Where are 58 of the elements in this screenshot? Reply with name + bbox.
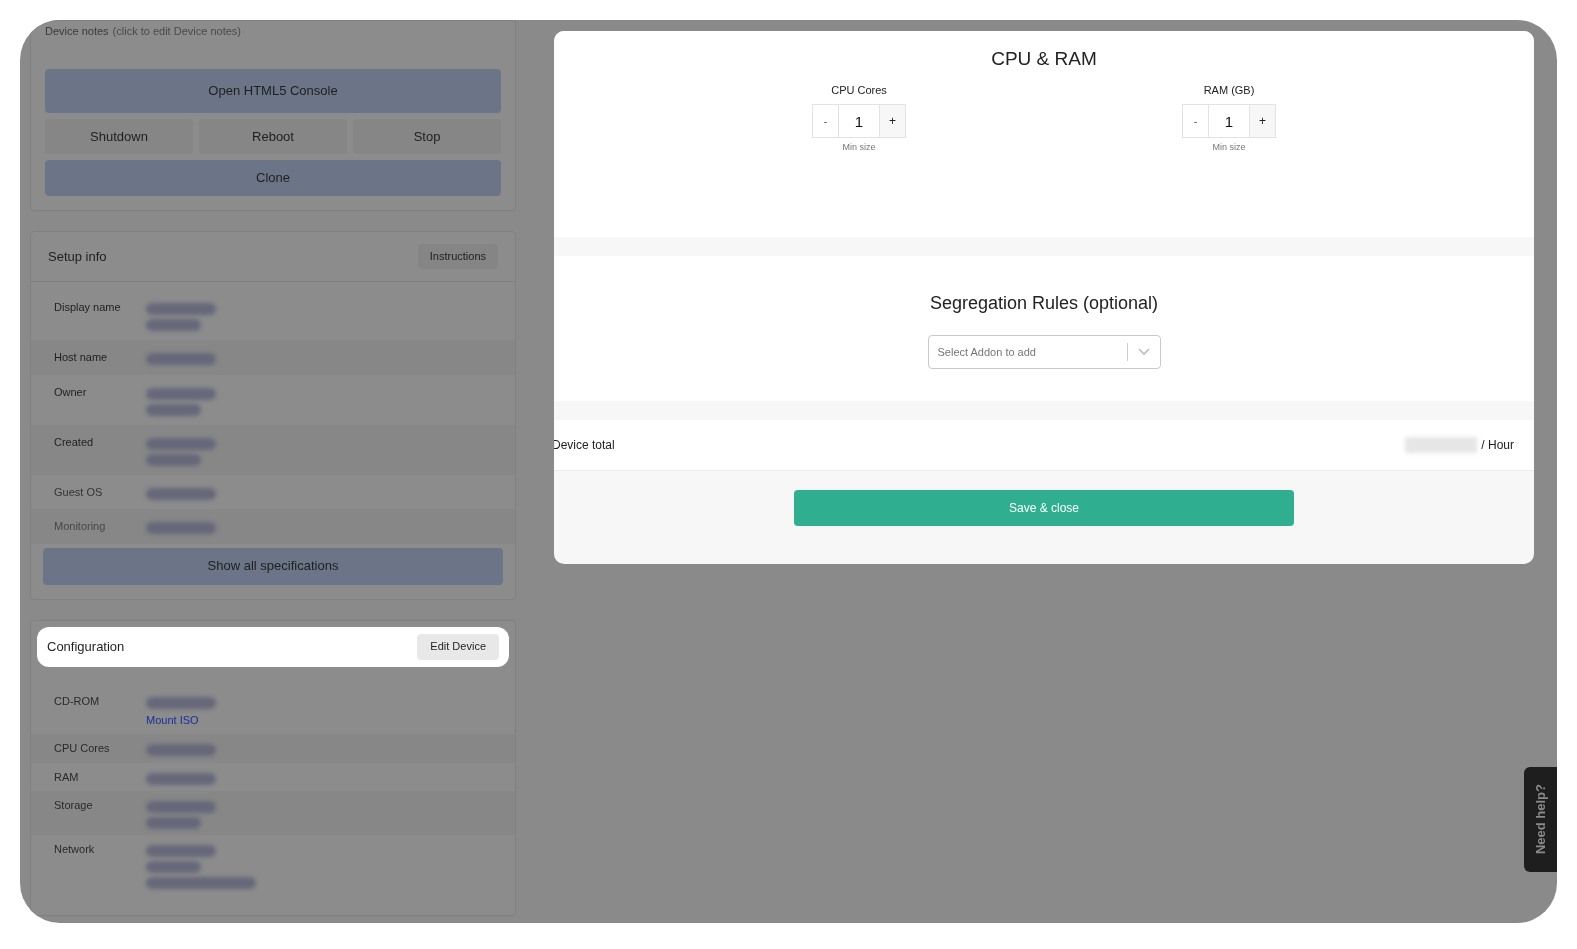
setup-row-label: Host name	[54, 350, 109, 365]
blurred-value	[146, 817, 201, 829]
setup-info-title: Setup info	[48, 247, 107, 266]
stepper-label: CPU Cores	[831, 82, 887, 98]
blurred-value	[146, 522, 216, 534]
increment-button[interactable]: +	[1249, 104, 1276, 138]
device-notes-hint: (click to edit Device notes)	[112, 24, 241, 39]
stepper-input[interactable]: 1	[1209, 104, 1249, 138]
stepper-hint: Min size	[1212, 141, 1246, 154]
blurred-value	[146, 772, 216, 785]
blurred-value	[146, 487, 216, 500]
power-button[interactable]: Stop	[353, 119, 501, 154]
console-button[interactable]: Open HTML5 Console	[45, 69, 501, 113]
show-all-button[interactable]: Show all specifications	[43, 547, 503, 585]
blurred-value	[146, 453, 201, 466]
increment-button[interactable]: +	[879, 104, 906, 138]
blurred-value	[146, 403, 201, 416]
config-row-label: RAM	[54, 769, 80, 785]
setup-row-label: Owner	[54, 384, 88, 400]
blurred-value	[146, 437, 216, 450]
blurred-value	[146, 319, 201, 331]
decrement-button[interactable]: -	[812, 104, 839, 138]
power-button[interactable]: Reboot	[199, 119, 347, 154]
blurred-value	[146, 303, 216, 315]
blurred-value	[146, 353, 216, 365]
configuration-title: Configuration	[47, 637, 125, 656]
mount-iso-link[interactable]: Mount ISO	[146, 711, 216, 728]
setup-row-label: Monitoring	[54, 519, 107, 534]
setup-row-label: Guest OS	[54, 484, 104, 500]
config-row-label: Storage	[54, 798, 94, 813]
edit-device-button[interactable]: Edit Device	[417, 633, 499, 660]
clone-button[interactable]: Clone	[45, 160, 501, 196]
blurred-value	[146, 387, 216, 400]
addon-select-placeholder: Select Addon to add	[936, 344, 1037, 360]
decrement-button[interactable]: -	[1182, 104, 1209, 138]
setup-row-label: Display name	[54, 300, 122, 315]
setup-row-label: Created	[54, 434, 95, 450]
config-row-label: Network	[54, 842, 96, 857]
stepper-label: RAM (GB)	[1203, 82, 1255, 98]
config-row-label: CD-ROM	[54, 693, 101, 709]
blurred-value	[146, 744, 216, 756]
save-close-button[interactable]: Save & close	[794, 490, 1294, 526]
chevron-down-icon	[1137, 348, 1150, 356]
config-row-label: CPU Cores	[54, 741, 111, 756]
blurred-value	[146, 696, 216, 709]
blurred-value	[146, 845, 216, 857]
help-tab[interactable]: Need help?	[1524, 767, 1557, 872]
blurred-value	[146, 861, 201, 873]
price-unit: / Hour	[1481, 437, 1514, 454]
power-button[interactable]: Shutdown	[45, 119, 193, 154]
device-notes-label[interactable]: Device notes	[45, 23, 109, 40]
blurred-value	[146, 801, 216, 813]
stepper-input[interactable]: 1	[839, 104, 879, 138]
instructions-button[interactable]: Instructions	[417, 244, 498, 269]
addon-select[interactable]: Select Addon to add	[927, 335, 1161, 369]
stepper-hint: Min size	[842, 141, 876, 154]
cpu-ram-title: CPU & RAM	[991, 47, 1097, 71]
segregation-title: Segregation Rules (optional)	[929, 292, 1159, 315]
